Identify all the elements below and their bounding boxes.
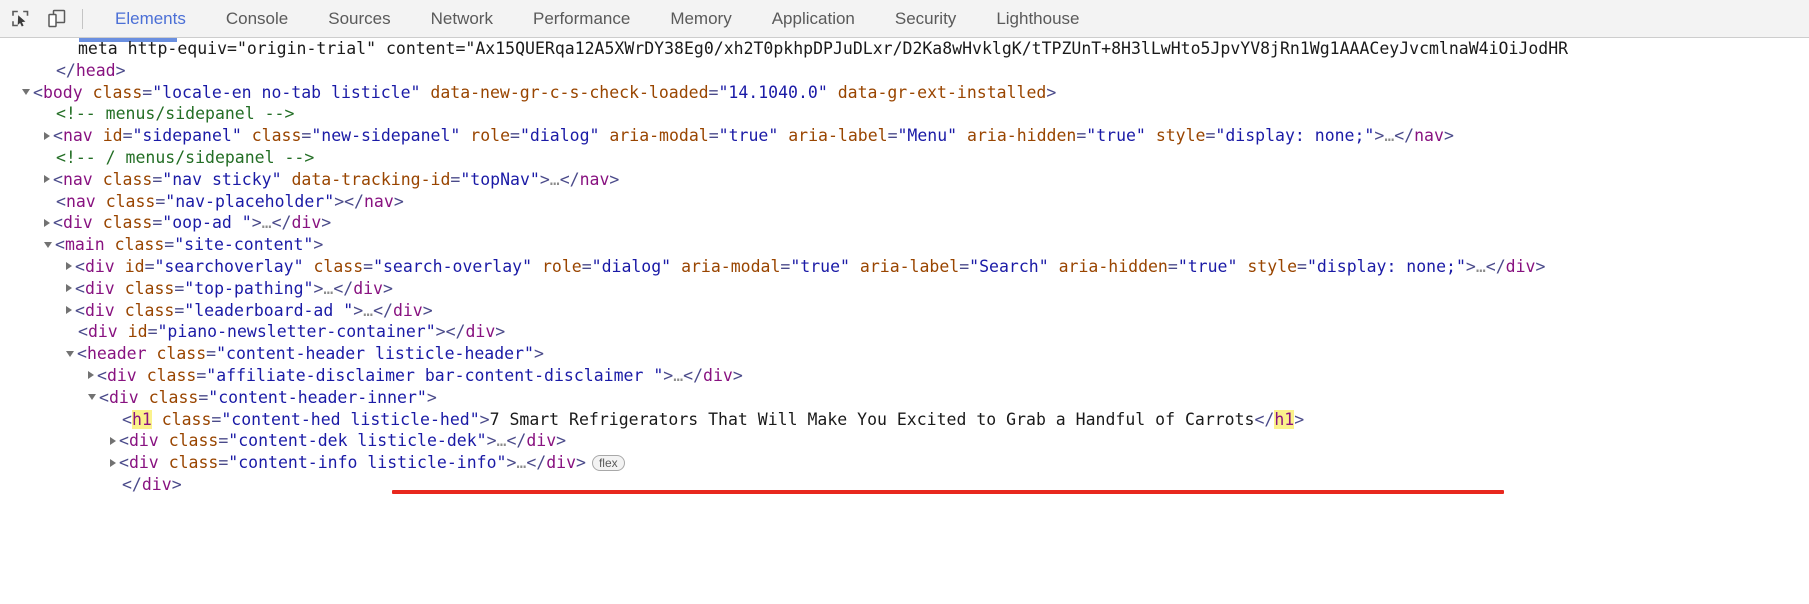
tab-console[interactable]: Console [206,0,308,37]
tree-row-main-site-content[interactable]: <main class="site-content"> [0,234,1809,256]
div-oop-ad-markup: <div class="oop-ad ">…</div> [0,212,331,234]
meta-origin-trial-markup: meta http-equiv="origin-trial" content="… [0,38,1568,60]
comment-close-menus-sidepanel-markup: <!-- / menus/sidepanel --> [0,147,314,169]
div-leaderboard-ad-markup: <div class="leaderboard-ad ">…</div> [0,300,433,322]
tree-row-div-affiliate-disclaimer[interactable]: <div class="affiliate-disclaimer bar-con… [0,365,1809,387]
header-content-header-markup: <header class="content-header listicle-h… [0,343,544,365]
div-content-dek-markup: <div class="content-dek listicle-dek">…<… [0,430,566,452]
disclosure-triangle-closed[interactable] [44,175,50,184]
devtools-toolbar: Elements Console Sources Network Perform… [0,0,1809,38]
disclosure-triangle-closed[interactable] [44,131,50,140]
tree-row-nav-sticky[interactable]: <nav class="nav sticky" data-tracking-id… [0,169,1809,191]
flex-badge[interactable]: flex [591,454,625,471]
tree-row-div-top-pathing[interactable]: <div class="top-pathing">…</div> [0,278,1809,300]
body-open-markup: <body class="locale-en no-tab listicle" … [0,82,1056,104]
tab-elements[interactable]: Elements [95,0,206,37]
div-close-markup: </div> [0,474,182,496]
comment-menus-sidepanel-markup: <!-- menus/sidepanel --> [0,103,294,125]
div-piano-newsletter-markup: <div id="piano-newsletter-container"></d… [0,321,505,343]
tab-network[interactable]: Network [411,0,513,37]
tab-performance[interactable]: Performance [513,0,650,37]
disclosure-triangle-closed[interactable] [44,218,50,227]
tree-row-comment-sidepanel-open[interactable]: <!-- menus/sidepanel --> [0,103,1809,125]
nav-sticky-markup: <nav class="nav sticky" data-tracking-id… [0,169,619,191]
tree-row-h1-listicle-hed[interactable]: <h1 class="content-hed listicle-hed">7 S… [0,409,1809,431]
tab-security[interactable]: Security [875,0,976,37]
disclosure-triangle-closed[interactable] [88,371,94,380]
div-searchoverlay-markup: <div id="searchoverlay" class="search-ov… [0,256,1545,278]
devtools-tab-bar: Elements Console Sources Network Perform… [95,0,1100,37]
disclosure-triangle-open[interactable] [44,241,52,248]
tree-row-div-piano-newsletter[interactable]: <div id="piano-newsletter-container"></d… [0,321,1809,343]
toolbar-divider [82,8,83,29]
tree-row-div-oop-ad[interactable]: <div class="oop-ad ">…</div> [0,212,1809,234]
disclosure-triangle-closed[interactable] [110,436,116,445]
h1-listicle-hed-markup: <h1 class="content-hed listicle-hed">7 S… [0,409,1304,431]
div-content-info-markup: <div class="content-info listicle-info">… [0,452,586,474]
div-top-pathing-markup: <div class="top-pathing">…</div> [0,278,393,300]
tab-application[interactable]: Application [752,0,875,37]
disclosure-triangle-open[interactable] [22,89,30,96]
elements-dom-tree[interactable]: meta http-equiv="origin-trial" content="… [0,38,1809,604]
disclosure-triangle-closed[interactable] [66,284,72,293]
div-content-header-inner-markup: <div class="content-header-inner"> [0,387,437,409]
tree-row-header-content-header[interactable]: <header class="content-header listicle-h… [0,343,1809,365]
nav-placeholder-markup: <nav class="nav-placeholder"></nav> [0,191,404,213]
red-underline-annotation [392,490,1504,494]
disclosure-triangle-open[interactable] [88,394,96,401]
inspect-element-icon[interactable] [2,2,38,36]
nav-sidepanel-markup: <nav id="sidepanel" class="new-sidepanel… [0,125,1454,147]
disclosure-triangle-open[interactable] [66,350,74,357]
tree-row-div-searchoverlay[interactable]: <div id="searchoverlay" class="search-ov… [0,256,1809,278]
disclosure-triangle-closed[interactable] [66,262,72,271]
tree-row-head-close[interactable]: </head> [0,60,1809,82]
disclosure-triangle-closed[interactable] [110,458,116,467]
tree-row-comment-sidepanel-close[interactable]: <!-- / menus/sidepanel --> [0,147,1809,169]
main-site-content-markup: <main class="site-content"> [0,234,323,256]
tree-row-nav-placeholder[interactable]: <nav class="nav-placeholder"></nav> [0,191,1809,213]
tree-row-body[interactable]: <body class="locale-en no-tab listicle" … [0,82,1809,104]
div-affiliate-disclaimer-markup: <div class="affiliate-disclaimer bar-con… [0,365,743,387]
tab-sources[interactable]: Sources [308,0,410,37]
tree-row-meta[interactable]: meta http-equiv="origin-trial" content="… [0,38,1809,60]
tree-row-div-content-info[interactable]: <div class="content-info listicle-info">… [0,452,1809,474]
tree-row-nav-sidepanel[interactable]: <nav id="sidepanel" class="new-sidepanel… [0,125,1809,147]
device-toolbar-icon[interactable] [38,2,74,36]
tab-lighthouse[interactable]: Lighthouse [976,0,1099,37]
tree-row-div-content-header-inner[interactable]: <div class="content-header-inner"> [0,387,1809,409]
head-close-markup: </head> [0,60,126,82]
disclosure-triangle-closed[interactable] [66,306,72,315]
tree-row-div-leaderboard-ad[interactable]: <div class="leaderboard-ad ">…</div> [0,300,1809,322]
tree-row-div-content-dek[interactable]: <div class="content-dek listicle-dek">…<… [0,430,1809,452]
tab-memory[interactable]: Memory [650,0,751,37]
